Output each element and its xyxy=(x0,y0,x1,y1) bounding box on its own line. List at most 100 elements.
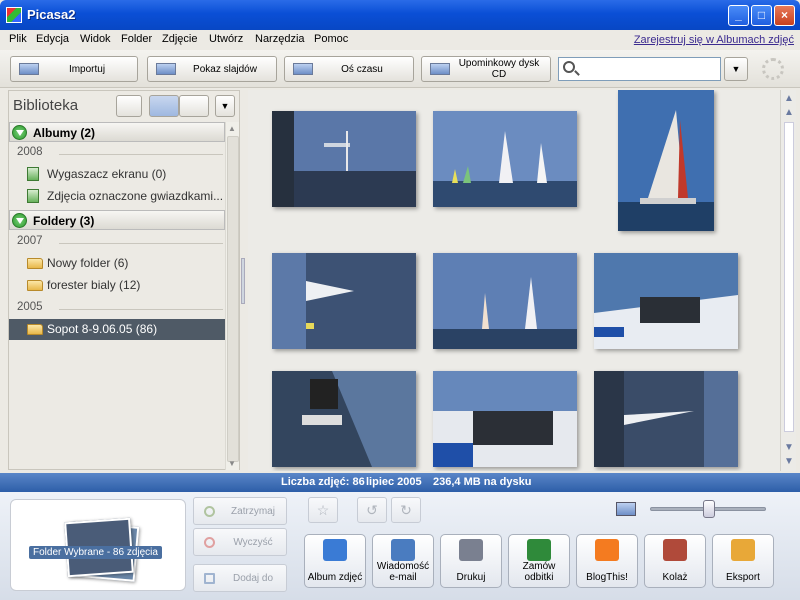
import-button[interactable]: Importuj xyxy=(10,56,138,82)
zoom-slider[interactable] xyxy=(650,500,766,518)
photo-thumbnail[interactable] xyxy=(433,371,577,467)
camera-icon xyxy=(19,63,39,75)
hold-label: Zatrzymaj xyxy=(231,506,275,517)
photo-thumbnail[interactable] xyxy=(594,371,738,467)
clear-icon xyxy=(204,537,215,548)
menu-bar: Plik Edycja Widok Folder Zdjęcie Utwórz … xyxy=(0,30,800,50)
add-folder-button[interactable] xyxy=(116,95,142,117)
library-header: Biblioteka ▼ xyxy=(9,91,239,121)
hold-button[interactable]: Zatrzymaj xyxy=(193,497,287,525)
photo-thumbnail[interactable] xyxy=(618,90,714,231)
folders-year: 2005 xyxy=(17,301,43,313)
album-icon xyxy=(27,189,39,203)
gift-cd-button[interactable]: Upominkowy dysk CD xyxy=(421,56,551,82)
menu-folder[interactable]: Folder xyxy=(121,33,152,45)
zoom-slider-knob[interactable] xyxy=(703,500,715,518)
action-print-button[interactable]: Drukuj xyxy=(440,534,502,588)
cd-icon xyxy=(430,63,450,75)
menu-help[interactable]: Pomoc xyxy=(314,33,348,45)
menu-picture[interactable]: Zdjęcie xyxy=(162,33,197,45)
album-item-screensaver[interactable]: Wygaszacz ekranu (0) xyxy=(9,164,225,185)
rotate-right-button[interactable]: ↻ xyxy=(391,497,421,523)
blogger-icon xyxy=(595,539,619,561)
albums-year: 2008 xyxy=(17,146,43,158)
photo-thumbnail[interactable] xyxy=(272,253,416,349)
scroll-up-icon[interactable]: ▲ xyxy=(228,124,236,133)
photo-grid-scrollbar[interactable]: ▲ ▲ ▼ ▼ xyxy=(780,90,796,471)
albums-group-header[interactable]: Albumy (2) xyxy=(9,122,225,142)
maximize-button[interactable]: □ xyxy=(751,5,772,26)
slideshow-button[interactable]: Pokaz slajdów xyxy=(147,56,277,82)
clear-button[interactable]: Wyczyść xyxy=(193,528,287,556)
close-button[interactable]: × xyxy=(774,5,795,26)
add-to-icon xyxy=(204,573,215,584)
title-bar: Picasa2 _ □ × xyxy=(0,0,800,30)
library-scrollbar[interactable]: ▲ ▼ xyxy=(225,122,239,470)
photo-tray: Folder Wybrane - 86 zdjęcia xyxy=(10,499,186,591)
menu-file[interactable]: Plik xyxy=(9,33,27,45)
photo-thumbnail[interactable] xyxy=(433,253,577,349)
collapse-icon xyxy=(12,125,27,140)
search-input[interactable] xyxy=(581,60,717,78)
action-collage-button[interactable]: Kolaż xyxy=(644,534,706,588)
folders-year: 2007 xyxy=(17,235,43,247)
panel-splitter[interactable] xyxy=(241,258,245,304)
timeline-button[interactable]: Oś czasu xyxy=(284,56,414,82)
scroll-thumb[interactable] xyxy=(784,122,794,432)
gift-cd-label: Upominkowy dysk CD xyxy=(458,58,540,80)
action-blogthis-button[interactable]: BlogThis! xyxy=(576,534,638,588)
scroll-top-icon[interactable]: ▲ xyxy=(784,94,794,104)
folder-label: Nowy folder (6) xyxy=(47,256,129,270)
scroll-bottom-icon[interactable]: ▼ xyxy=(784,457,794,467)
scroll-down-icon[interactable]: ▼ xyxy=(784,443,794,453)
album-label: Wygaszacz ekranu (0) xyxy=(47,167,167,181)
library-panel: Biblioteka ▼ Albumy (2) 2008 Wygaszacz e… xyxy=(8,90,240,470)
folders-group-label: Foldery (3) xyxy=(33,214,95,228)
search-box xyxy=(558,57,721,81)
list-view-button[interactable] xyxy=(149,95,179,117)
photo-thumbnail[interactable] xyxy=(594,253,738,349)
action-label: Drukuj xyxy=(456,572,486,583)
scroll-thumb[interactable] xyxy=(227,136,239,462)
minimize-button[interactable]: _ xyxy=(728,5,749,26)
album-icon xyxy=(27,167,39,181)
action-order-prints-button[interactable]: Zamów odbitki xyxy=(508,534,570,588)
rotate-left-button[interactable]: ↺ xyxy=(357,497,387,523)
action-label: Eksport xyxy=(726,572,760,583)
photo-thumbnail[interactable] xyxy=(272,371,416,467)
add-to-button[interactable]: Dodaj do xyxy=(193,564,287,592)
collage-icon xyxy=(663,539,687,561)
action-label: Wiadomość e-mail xyxy=(376,561,430,583)
clear-label: Wyczyść xyxy=(233,537,273,548)
menu-view[interactable]: Widok xyxy=(80,33,111,45)
menu-tools[interactable]: Narzędzia xyxy=(255,33,305,45)
action-album-button[interactable]: Album zdjęć xyxy=(304,534,366,588)
folders-group-header[interactable]: Foldery (3) xyxy=(9,210,225,230)
library-options-button[interactable]: ▼ xyxy=(215,95,235,117)
menu-create[interactable]: Utwórz xyxy=(209,33,243,45)
star-button[interactable]: ☆ xyxy=(308,497,338,523)
search-options-button[interactable]: ▼ xyxy=(724,57,748,81)
import-label: Importuj xyxy=(68,64,106,75)
photo-thumbnail[interactable] xyxy=(433,111,577,207)
folder-export-icon xyxy=(731,539,755,561)
register-web-albums-link[interactable]: Zarejestruj się w Albumach zdjęć xyxy=(634,34,794,46)
activity-spinner-icon xyxy=(762,58,784,80)
picasa-app-icon xyxy=(6,7,22,23)
action-email-button[interactable]: Wiadomość e-mail xyxy=(372,534,434,588)
scroll-down-icon[interactable]: ▼ xyxy=(228,459,236,468)
action-label: Album zdjęć xyxy=(307,572,363,583)
menu-edit[interactable]: Edycja xyxy=(36,33,69,45)
album-item-starred[interactable]: Zdjęcia oznaczone gwiazdkami... xyxy=(9,186,225,207)
folder-item-forester[interactable]: forester bialy (12) xyxy=(9,275,225,296)
hold-icon xyxy=(204,506,215,517)
folder-item-new[interactable]: Nowy folder (6) xyxy=(9,253,225,274)
scroll-up-icon[interactable]: ▲ xyxy=(784,108,794,118)
action-export-button[interactable]: Eksport xyxy=(712,534,774,588)
photo-thumbnail[interactable] xyxy=(272,111,416,207)
folder-label: forester bialy (12) xyxy=(47,278,141,292)
action-label: Zamów odbitki xyxy=(522,561,556,583)
search-icon xyxy=(563,61,575,73)
folder-item-sopot[interactable]: Sopot 8-9.06.05 (86) xyxy=(9,319,225,340)
tree-view-button[interactable] xyxy=(179,95,209,117)
